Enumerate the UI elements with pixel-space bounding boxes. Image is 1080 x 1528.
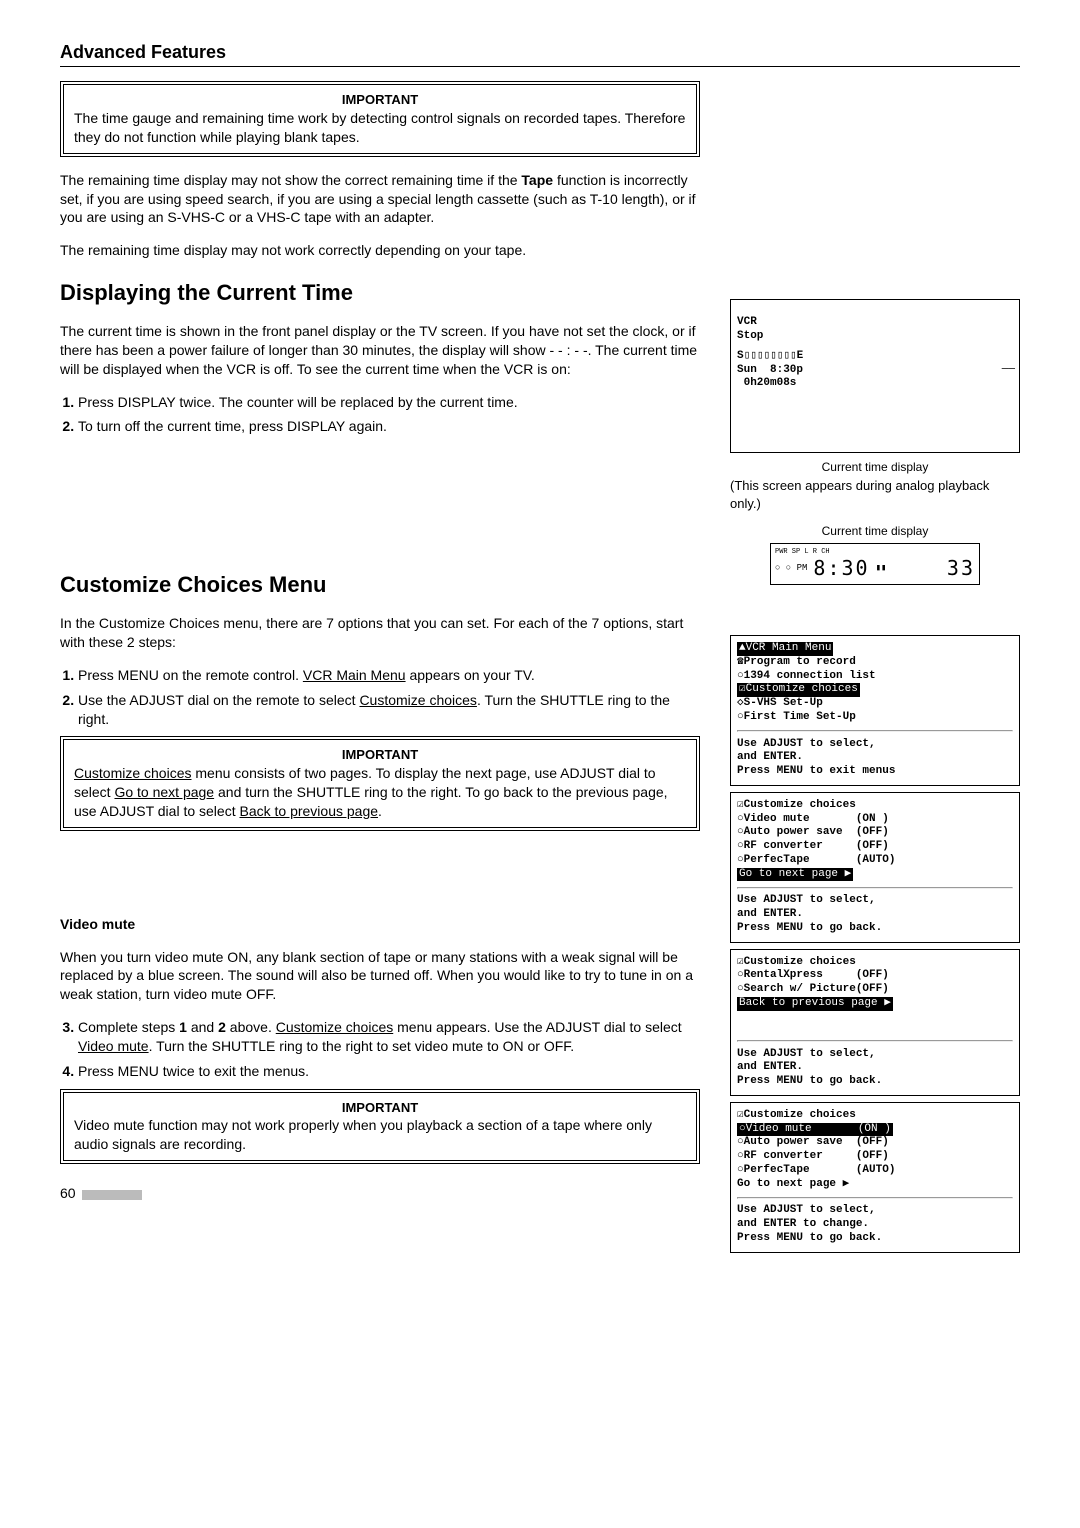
step-4: Press MENU twice to exit the menus. bbox=[78, 1062, 700, 1081]
screen-main-menu: ▲VCR Main Menu ☎Program to record ○1394 … bbox=[730, 635, 1020, 786]
para-current-time: The current time is shown in the front p… bbox=[60, 322, 700, 379]
screen-customize-2: ☑Customize choices ○RentalXpress (OFF) ○… bbox=[730, 949, 1020, 1096]
lcd-display: PWR SP L R CH ○ ○ PM 8:30 ▮▮ 33 bbox=[770, 543, 980, 585]
important-label: IMPORTANT bbox=[74, 746, 686, 764]
step-3: Complete steps 1 and 2 above. Customize … bbox=[78, 1018, 700, 1056]
para-customize: In the Customize Choices menu, there are… bbox=[60, 614, 700, 652]
para-video-mute: When you turn video mute ON, any blank s… bbox=[60, 948, 700, 1005]
important-label: IMPORTANT bbox=[74, 1099, 686, 1117]
screen-customize-3: ☑Customize choices ○Video mute (ON ) ○Au… bbox=[730, 1102, 1020, 1253]
important-text: The time gauge and remaining time work b… bbox=[74, 109, 686, 147]
important-box-3: IMPORTANT Video mute function may not wo… bbox=[60, 1089, 700, 1164]
page-number: 60 bbox=[60, 1184, 700, 1203]
page-title: Advanced Features bbox=[60, 40, 1020, 67]
heading-video-mute: Video mute bbox=[60, 915, 700, 934]
screen-time-display: VCR Stop S▯▯▯▯▯▯▯▯E Sun 8:30p── 0h20m08s bbox=[730, 299, 1020, 453]
step-2: To turn off the current time, press DISP… bbox=[78, 417, 700, 436]
caption-time: Current time display bbox=[730, 459, 1020, 475]
step-1: Press MENU on the remote control. VCR Ma… bbox=[78, 666, 700, 685]
important-text: Video mute function may not work properl… bbox=[74, 1116, 686, 1154]
para-remaining-a: The remaining time display may not show … bbox=[60, 171, 700, 228]
caption-time-2: (This screen appears during analog playb… bbox=[730, 477, 1020, 512]
heading-current-time: Displaying the Current Time bbox=[60, 278, 700, 308]
important-text: Customize choices menu consists of two p… bbox=[74, 764, 686, 821]
important-box-1: IMPORTANT The time gauge and remaining t… bbox=[60, 81, 700, 156]
step-1: Press DISPLAY twice. The counter will be… bbox=[78, 393, 700, 412]
important-box-2: IMPORTANT Customize choices menu consist… bbox=[60, 736, 700, 830]
heading-customize: Customize Choices Menu bbox=[60, 570, 700, 600]
important-label: IMPORTANT bbox=[74, 91, 686, 109]
para-remaining-b: The remaining time display may not work … bbox=[60, 241, 700, 260]
step-2: Use the ADJUST dial on the remote to sel… bbox=[78, 691, 700, 729]
screen-customize-1: ☑Customize choices ○Video mute (ON ) ○Au… bbox=[730, 792, 1020, 943]
caption-lcd: Current time display bbox=[730, 523, 1020, 539]
